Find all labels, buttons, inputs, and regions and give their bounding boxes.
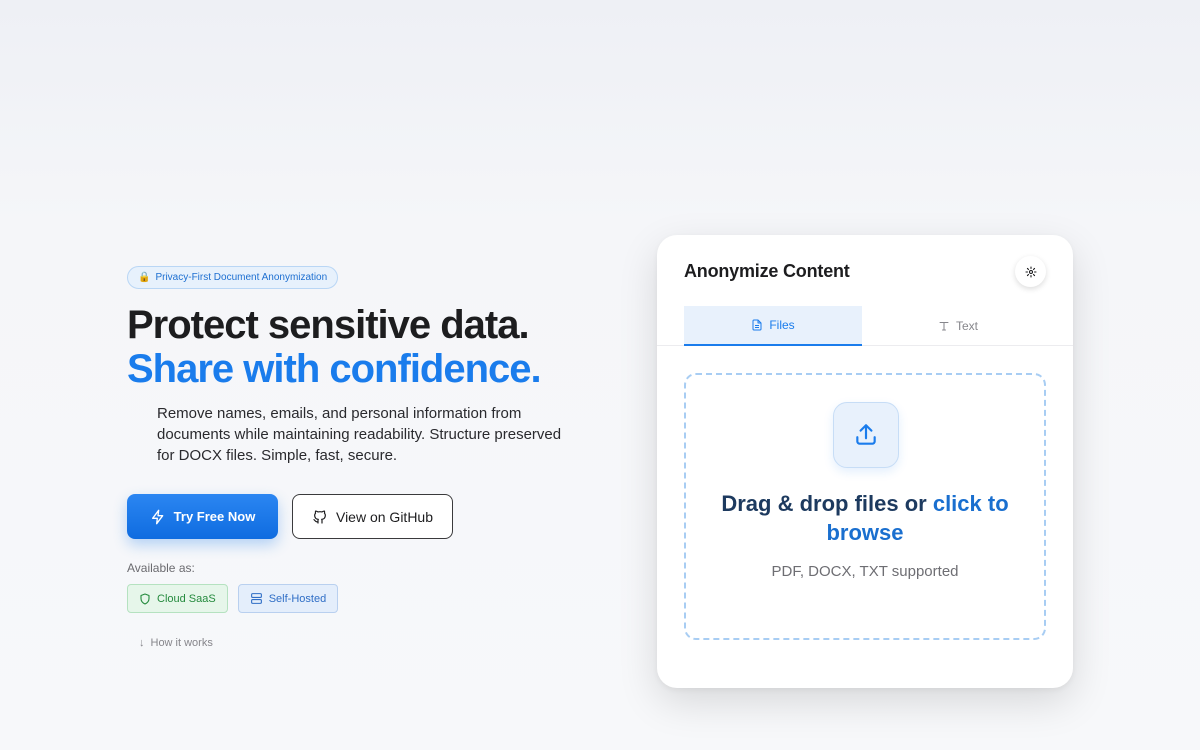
upload-icon — [853, 422, 879, 448]
cloud-saas-chip: Cloud SaaS — [127, 584, 228, 613]
card-title: Anonymize Content — [684, 261, 850, 281]
tab-text-label: Text — [955, 319, 978, 333]
headline-line1: Protect sensitive data. — [127, 303, 530, 347]
dropzone-headline-text: Drag & drop files or — [721, 491, 933, 516]
how-it-works-link[interactable]: ↓ How it works — [139, 637, 587, 649]
tab-text[interactable]: Text — [869, 306, 1047, 346]
cta-row: Try Free Now View on GitHub — [127, 494, 587, 539]
self-hosted-chip: Self-Hosted — [237, 584, 339, 613]
file-dropzone[interactable]: Drag & drop files or click to browse PDF… — [684, 373, 1046, 640]
dropzone-headline: Drag & drop files or click to browse — [696, 489, 1034, 547]
shield-icon — [139, 592, 151, 605]
try-free-label: Try Free Now — [173, 509, 256, 524]
tab-files[interactable]: Files — [684, 306, 862, 346]
badge-text: Privacy-First Document Anonymization — [155, 272, 328, 283]
arrow-down-icon: ↓ — [139, 637, 145, 649]
settings-button[interactable] — [1015, 256, 1046, 287]
hero-section: 🔒 Privacy-First Document Anonymization P… — [127, 266, 587, 649]
tab-files-label: Files — [769, 318, 795, 332]
cloud-saas-label: Cloud SaaS — [157, 592, 216, 605]
availability-chips: Cloud SaaS Self-Hosted — [127, 584, 587, 613]
try-free-button[interactable]: Try Free Now — [127, 494, 278, 539]
github-icon — [312, 509, 328, 525]
github-label: View on GitHub — [335, 508, 433, 525]
headline-line2: Share with confidence. — [127, 347, 542, 391]
text-icon — [938, 320, 950, 332]
available-label: Available as: — [127, 561, 195, 575]
server-icon — [250, 592, 263, 605]
lightning-icon — [150, 509, 166, 525]
anonymize-card: Anonymize Content Files Text Drag & drop… — [657, 235, 1073, 688]
lock-icon: 🔒 — [138, 272, 151, 283]
github-button[interactable]: View on GitHub — [292, 494, 453, 539]
hero-description: Remove names, emails, and personal infor… — [157, 405, 562, 464]
privacy-badge: 🔒 Privacy-First Document Anonymization — [127, 266, 339, 289]
content-tabs: Files Text — [657, 306, 1073, 346]
how-it-works-label: How it works — [150, 637, 213, 649]
upload-icon-box — [833, 402, 899, 468]
gear-icon — [1024, 265, 1037, 278]
self-hosted-label: Self-Hosted — [268, 592, 327, 605]
supported-formats: PDF, DOCX, TXT supported — [771, 563, 959, 580]
file-icon — [751, 319, 763, 331]
